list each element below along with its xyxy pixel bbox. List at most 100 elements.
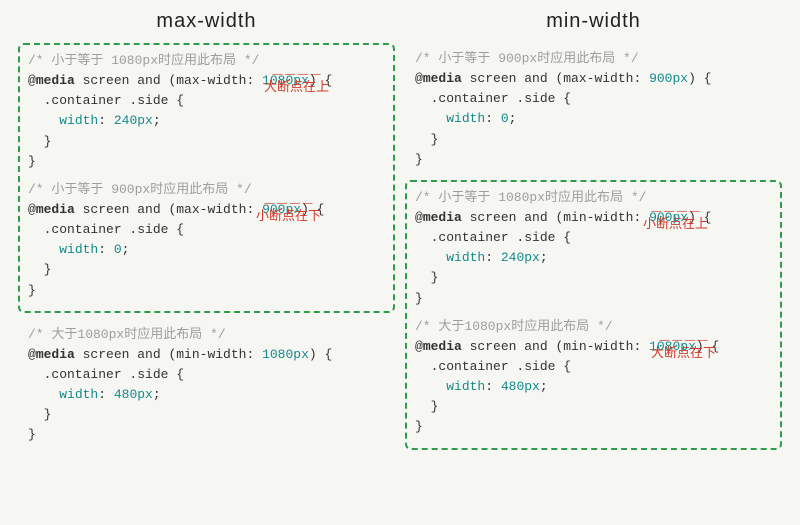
prop-indent — [28, 113, 59, 128]
prop-value: 240px — [114, 113, 153, 128]
prop-end: ; — [153, 113, 161, 128]
column-max-width: max-width /* 小于等于 1080px时应用此布局 */ @media… — [18, 10, 395, 511]
prop-name: width — [446, 250, 485, 265]
media-text-b: ) { — [301, 202, 324, 217]
media-value: 900px — [649, 210, 688, 225]
media-at: @ — [28, 202, 36, 217]
comment: /* 大于1080px时应用此布局 */ — [415, 319, 613, 334]
prop-sep: : — [98, 242, 114, 257]
media-value: 900px — [262, 202, 301, 217]
media-text-b: ) { — [688, 210, 711, 225]
selector: .container .side { — [28, 222, 184, 237]
prop-indent — [415, 379, 446, 394]
close-brace: } — [28, 407, 51, 422]
close-brace: } — [28, 262, 51, 277]
prop-value: 480px — [114, 387, 153, 402]
comparison-container: max-width /* 小于等于 1080px时应用此布局 */ @media… — [0, 0, 800, 525]
prop-value: 0 — [114, 242, 122, 257]
prop-sep: : — [485, 111, 501, 126]
close-brace: } — [28, 134, 51, 149]
media-text-b: ) { — [309, 347, 332, 362]
prop-name: width — [446, 379, 485, 394]
media-text-a: screen and (min-width: — [462, 339, 649, 354]
prop-name: width — [59, 387, 98, 402]
comment: /* 小于等于 900px时应用此布局 */ — [28, 182, 252, 197]
close-brace: } — [28, 154, 36, 169]
media-text-b: ) { — [688, 71, 711, 86]
close-brace: } — [415, 270, 438, 285]
media-value: 1080px — [262, 347, 309, 362]
media-at: @ — [28, 347, 36, 362]
selector: .container .side { — [415, 359, 571, 374]
selector: .container .side { — [28, 93, 184, 108]
right-code-block-2: /* 小于等于 1080px时应用此布局 */ @media screen an… — [415, 188, 772, 309]
close-brace: } — [415, 399, 438, 414]
comment: /* 大于1080px时应用此布局 */ — [28, 327, 226, 342]
close-brace: } — [415, 419, 423, 434]
media-keyword: media — [36, 202, 75, 217]
right-code-block-3: /* 大于1080px时应用此布局 */ @media screen and (… — [415, 317, 772, 438]
left-code-block-1: /* 小于等于 1080px时应用此布局 */ @media screen an… — [28, 51, 385, 172]
right-code-block-1: /* 小于等于 900px时应用此布局 */ @media screen and… — [415, 49, 772, 170]
prop-value: 480px — [501, 379, 540, 394]
prop-value: 0 — [501, 111, 509, 126]
prop-end: ; — [122, 242, 130, 257]
prop-indent — [28, 387, 59, 402]
prop-sep: : — [485, 379, 501, 394]
close-brace: } — [28, 283, 36, 298]
media-at: @ — [415, 339, 423, 354]
media-text-a: screen and (min-width: — [75, 347, 262, 362]
heading-min-width: min-width — [405, 10, 782, 33]
heading-max-width: max-width — [18, 10, 395, 33]
prop-end: ; — [509, 111, 517, 126]
left-code-block-2: /* 小于等于 900px时应用此布局 */ @media screen and… — [28, 180, 385, 301]
media-value: 900px — [649, 71, 688, 86]
media-at: @ — [415, 210, 423, 225]
prop-end: ; — [540, 250, 548, 265]
right-dashed-group: /* 小于等于 1080px时应用此布局 */ @media screen an… — [405, 180, 782, 450]
prop-end: ; — [540, 379, 548, 394]
right-single-block: /* 小于等于 900px时应用此布局 */ @media screen and… — [405, 43, 782, 180]
selector: .container .side { — [415, 230, 571, 245]
selector: .container .side { — [415, 91, 571, 106]
media-text-a: screen and (max-width: — [75, 202, 262, 217]
close-brace: } — [28, 427, 36, 442]
comment: /* 小于等于 900px时应用此布局 */ — [415, 51, 639, 66]
column-min-width: min-width /* 小于等于 900px时应用此布局 */ @media … — [405, 10, 782, 511]
prop-indent — [28, 242, 59, 257]
media-at: @ — [415, 71, 423, 86]
prop-indent — [415, 250, 446, 265]
comment: /* 小于等于 1080px时应用此布局 */ — [28, 53, 259, 68]
media-value: 1080px — [649, 339, 696, 354]
prop-sep: : — [98, 387, 114, 402]
close-brace: } — [415, 152, 423, 167]
media-text-a: screen and (min-width: — [462, 210, 649, 225]
selector: .container .side { — [28, 367, 184, 382]
media-value: 1080px — [262, 73, 309, 88]
media-at: @ — [28, 73, 36, 88]
prop-sep: : — [485, 250, 501, 265]
left-blocks: /* 小于等于 1080px时应用此布局 */ @media screen an… — [18, 43, 395, 511]
right-blocks: /* 小于等于 900px时应用此布局 */ @media screen and… — [405, 43, 782, 511]
media-text-a: screen and (max-width: — [462, 71, 649, 86]
media-keyword: media — [423, 71, 462, 86]
left-code-block-3: /* 大于1080px时应用此布局 */ @media screen and (… — [28, 325, 385, 446]
media-keyword: media — [423, 339, 462, 354]
media-text-b: ) { — [309, 73, 332, 88]
prop-indent — [415, 111, 446, 126]
media-keyword: media — [36, 347, 75, 362]
prop-name: width — [59, 242, 98, 257]
comment: /* 小于等于 1080px时应用此布局 */ — [415, 190, 646, 205]
left-single-block: /* 大于1080px时应用此布局 */ @media screen and (… — [18, 319, 395, 456]
media-keyword: media — [423, 210, 462, 225]
close-brace: } — [415, 291, 423, 306]
prop-sep: : — [98, 113, 114, 128]
prop-end: ; — [153, 387, 161, 402]
prop-value: 240px — [501, 250, 540, 265]
prop-name: width — [59, 113, 98, 128]
left-dashed-group: /* 小于等于 1080px时应用此布局 */ @media screen an… — [18, 43, 395, 313]
prop-name: width — [446, 111, 485, 126]
close-brace: } — [415, 132, 438, 147]
media-text-b: ) { — [696, 339, 719, 354]
media-text-a: screen and (max-width: — [75, 73, 262, 88]
